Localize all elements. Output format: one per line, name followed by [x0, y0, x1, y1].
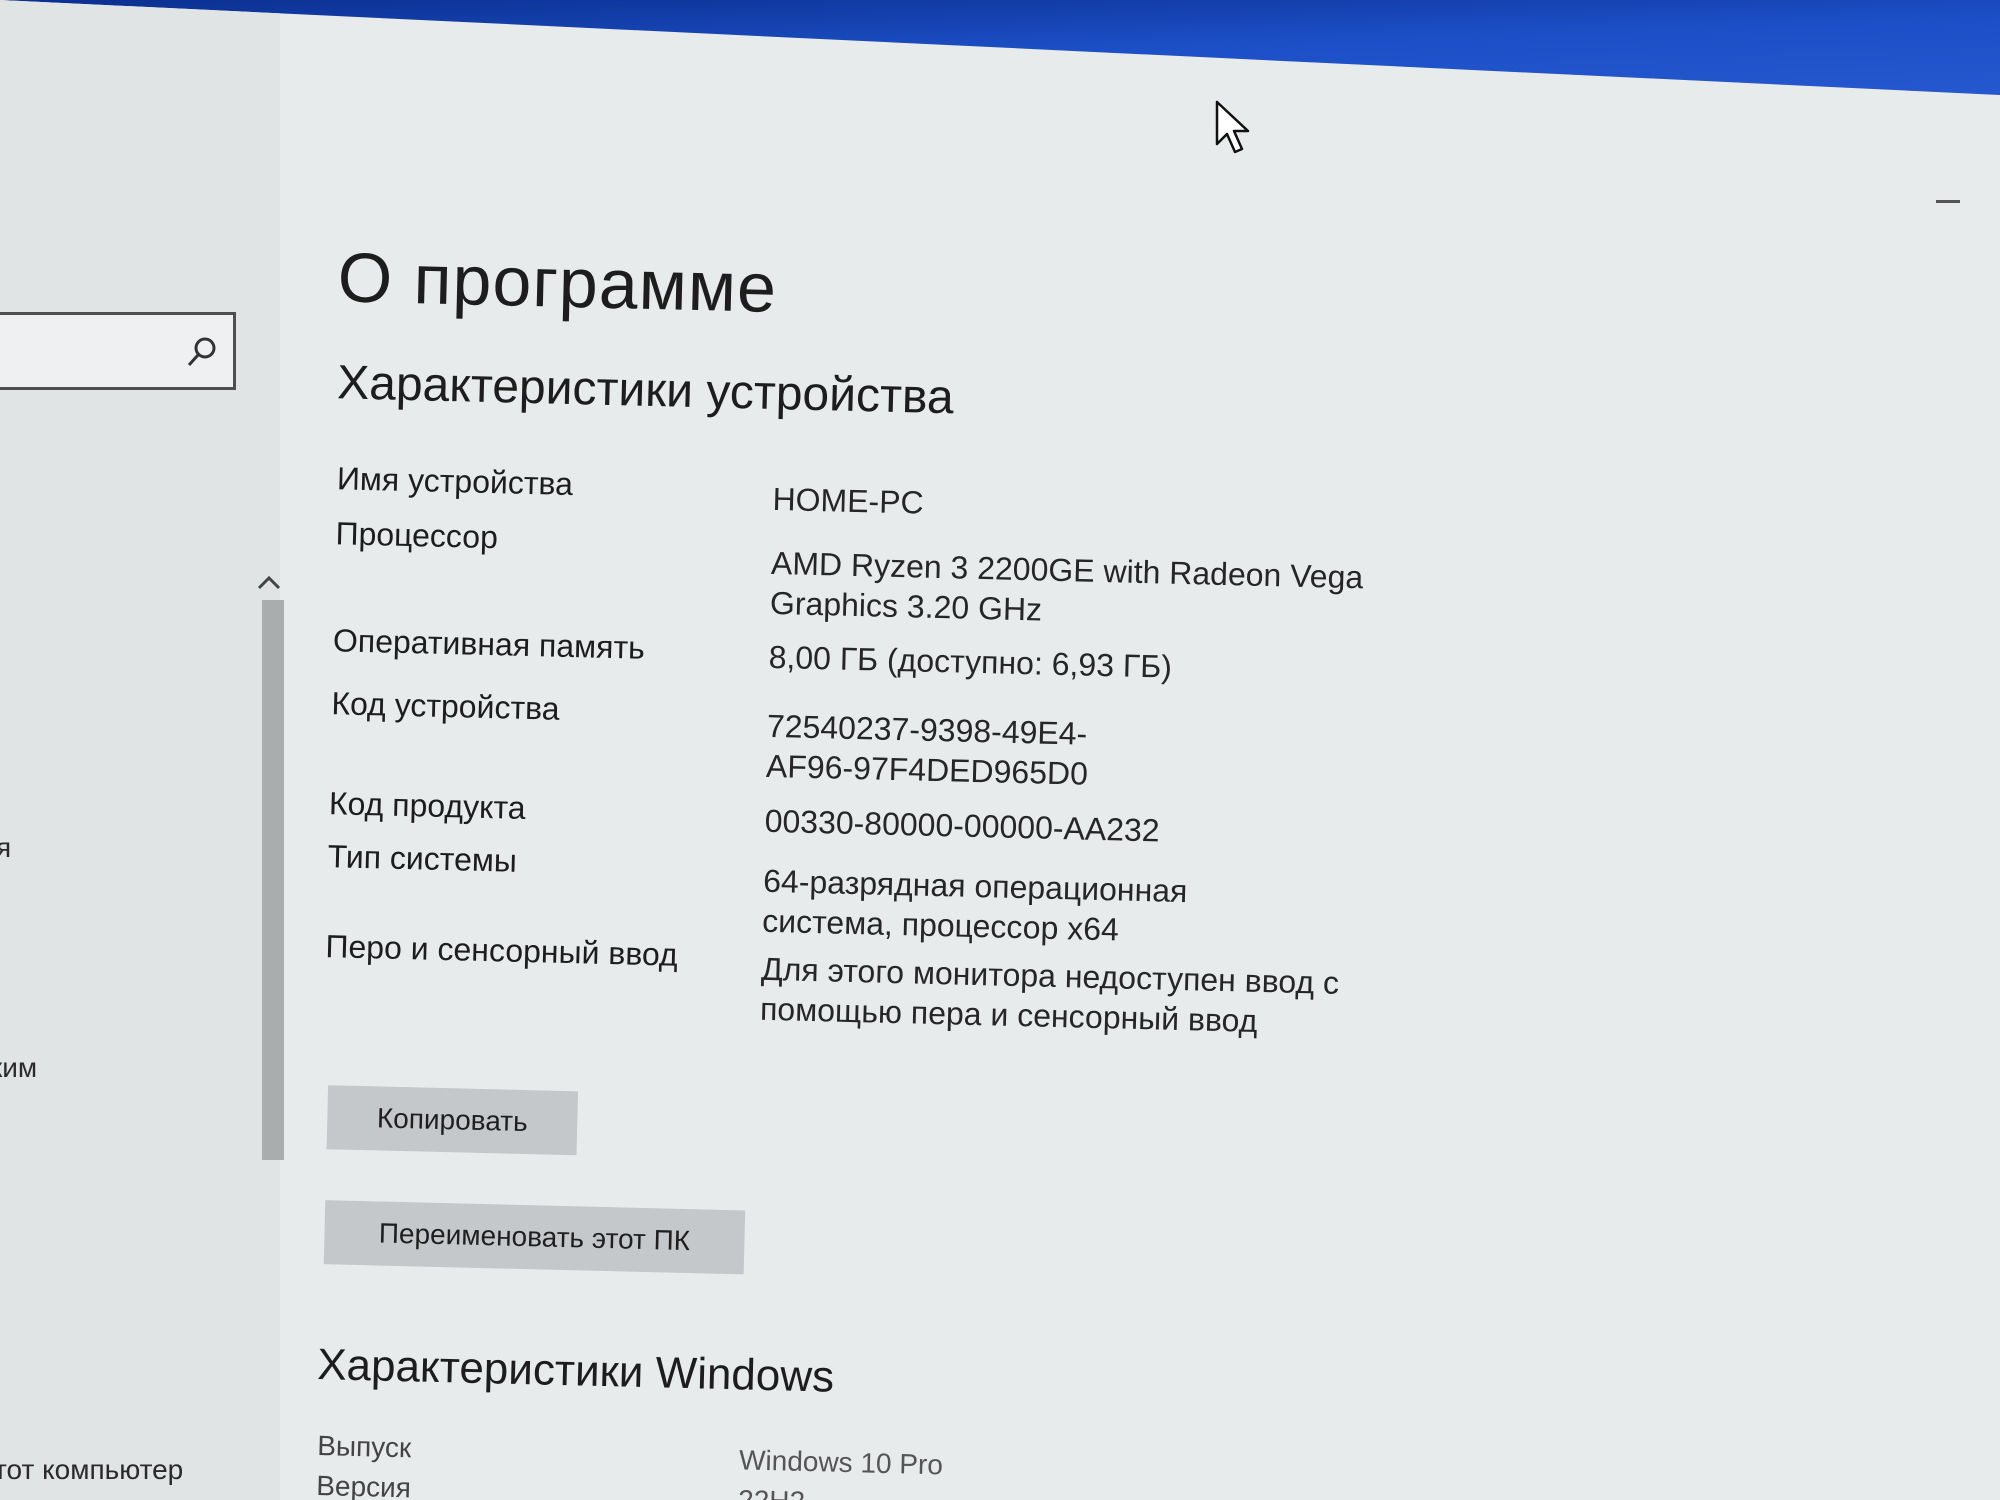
- chevron-up-icon[interactable]: [256, 572, 282, 592]
- screen: я ​ ким тот компьютер О программе Характ…: [0, 0, 2000, 1500]
- spec-label: Оперативная память: [332, 622, 646, 666]
- settings-window: я ​ ким тот компьютер О программе Характ…: [0, 0, 2000, 1500]
- search-box[interactable]: [0, 312, 236, 390]
- spec-value-ram: 8,00 ГБ (доступно: 6,93 ГБ): [768, 638, 1173, 685]
- scrollbar-thumb[interactable]: [262, 600, 284, 1160]
- minimize-icon[interactable]: [1936, 200, 1960, 203]
- spec-value-processor: AMD Ryzen 3 2200GE with Radeon Vega Grap…: [769, 544, 1364, 628]
- sidebar-item[interactable]: я: [0, 832, 11, 864]
- search-input[interactable]: [5, 329, 159, 375]
- section-heading-device: Характеристики устройства: [336, 356, 955, 425]
- spec-value-product-id: 00330-80000-00000-AA232: [764, 802, 1161, 849]
- spec-label: Процессор: [335, 515, 499, 556]
- copy-button[interactable]: Копировать: [326, 1085, 579, 1156]
- spec-value-version: 22H2: [738, 1484, 806, 1500]
- mouse-pointer-icon: [1215, 100, 1250, 154]
- page-title: О программе: [336, 238, 778, 327]
- spec-label: Версия: [315, 1470, 412, 1500]
- main-content: О программе Характеристики устройства Им…: [298, 190, 1829, 1500]
- spec-value-pen-touch: Для этого монитора недоступен ввод с пом…: [759, 950, 1340, 1039]
- spec-label: Перо и сенсорный ввод: [325, 928, 679, 973]
- spec-label: Имя устройства: [336, 460, 574, 503]
- spec-label: Код устройства: [331, 685, 560, 727]
- spec-label: Тип системы: [327, 838, 518, 879]
- rename-pc-button[interactable]: Переименовать этот ПК: [323, 1200, 746, 1275]
- scrollbar[interactable]: [262, 600, 284, 1160]
- spec-value-device-name: HOME-PC: [772, 480, 925, 521]
- spec-value-device-id: 72540237-9398-49E4-AF96-97F4DED965D0: [765, 707, 1089, 792]
- search-icon[interactable]: [185, 335, 219, 369]
- sidebar-item[interactable]: ким: [0, 1052, 37, 1084]
- spec-value-system-type: 64-разрядная операционная система, проце…: [761, 862, 1188, 948]
- sidebar: я ​ ким тот компьютер: [0, 0, 284, 1500]
- spec-label: Выпуск: [316, 1430, 412, 1464]
- section-heading-windows: Характеристики Windows: [316, 1340, 835, 1402]
- spec-label: Код продукта: [328, 785, 527, 826]
- spec-value-edition: Windows 10 Pro: [738, 1444, 944, 1481]
- sidebar-item-this-pc[interactable]: тот компьютер: [0, 1454, 183, 1486]
